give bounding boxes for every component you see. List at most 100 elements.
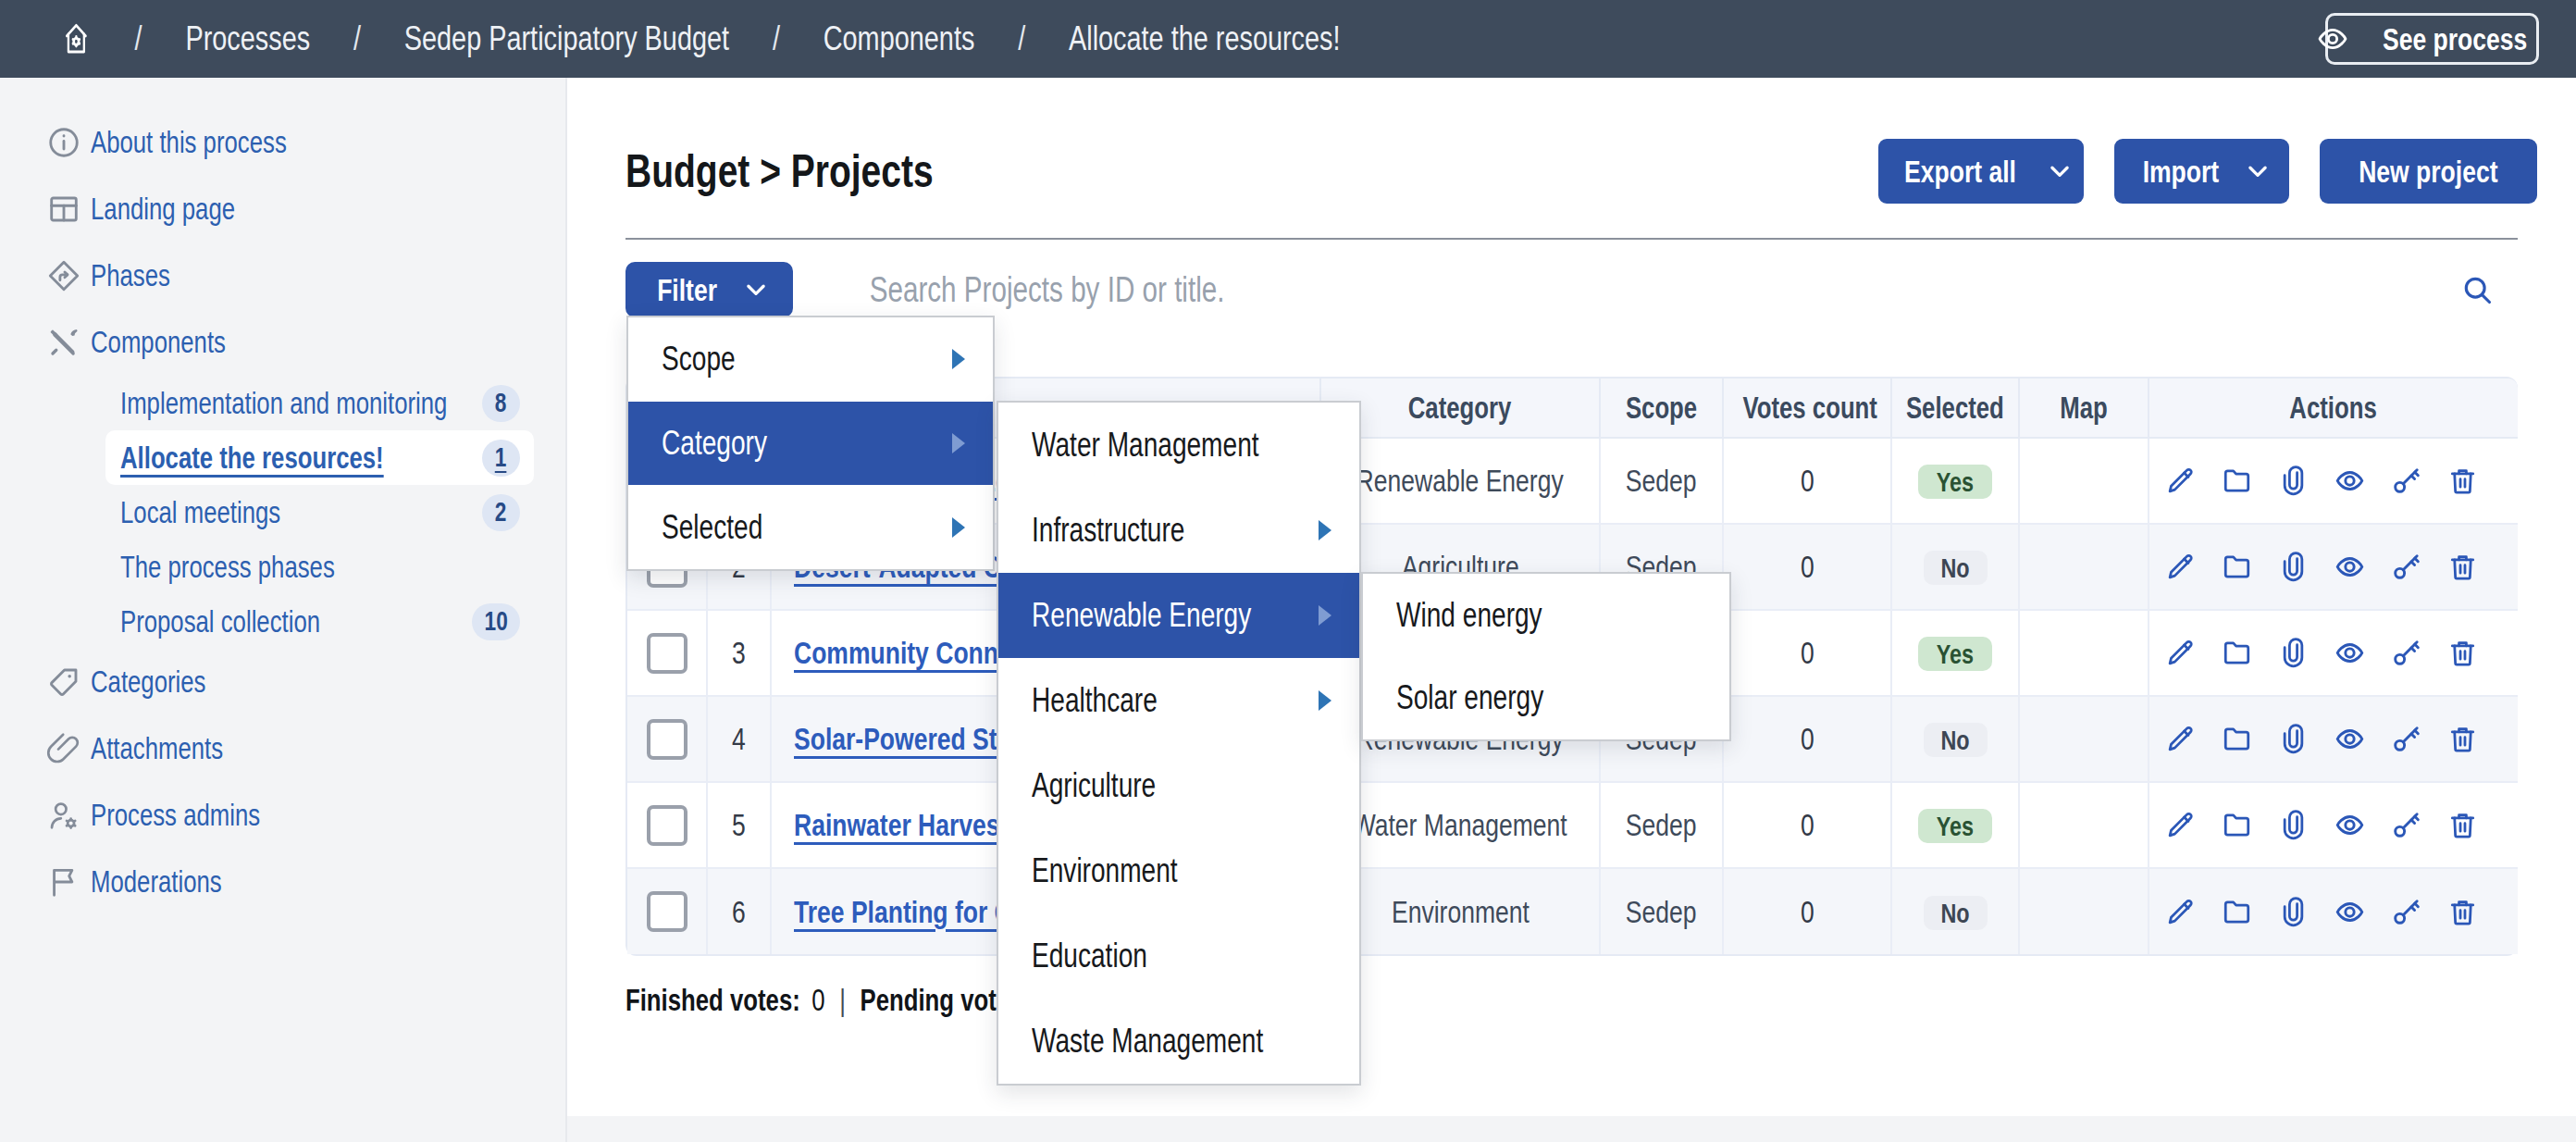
row-checkbox[interactable] [647, 891, 687, 932]
preview-action-icon[interactable] [2334, 551, 2366, 583]
folder-action-icon[interactable] [2221, 465, 2253, 497]
preview-action-icon[interactable] [2334, 723, 2366, 755]
row-checkbox-cell [627, 696, 707, 782]
row-checkbox[interactable] [647, 633, 687, 674]
sidebar-item-components[interactable]: Components [0, 309, 565, 376]
export-all-button[interactable]: Export all [1878, 139, 2084, 204]
delete-action-icon[interactable] [2446, 723, 2479, 755]
sidebar-item-label: Process admins [91, 798, 260, 833]
delete-action-icon[interactable] [2446, 896, 2479, 928]
submenu-arrow-icon [952, 349, 965, 369]
breadcrumb-separator: / [773, 19, 780, 58]
attachments-action-icon[interactable] [2277, 809, 2310, 841]
category-menu-item-education[interactable]: Education [998, 913, 1359, 999]
edit-action-icon[interactable] [2164, 637, 2197, 669]
category-menu-item-renewable-energy[interactable]: Renewable Energy [998, 573, 1359, 658]
category-menu-item-environment[interactable]: Environment [998, 828, 1359, 913]
cell-text: Sedep [1626, 463, 1697, 499]
cell-text: 6 [732, 894, 746, 930]
permissions-action-icon[interactable] [2390, 551, 2422, 583]
cell-text: Environment [1392, 894, 1530, 930]
preview-action-icon[interactable] [2334, 809, 2366, 841]
sidebar-subitem-local-meetings[interactable]: Local meetings2 [105, 485, 534, 540]
sidebar-item-moderations[interactable]: Moderations [0, 849, 565, 915]
row-actions-cell [2149, 610, 2518, 696]
breadcrumb-components[interactable]: Components [824, 19, 975, 58]
breadcrumb-process-name[interactable]: Sedep Participatory Budget [404, 19, 729, 58]
submenu-arrow-icon [1319, 605, 1331, 626]
folder-action-icon[interactable] [2221, 723, 2253, 755]
breadcrumb-processes[interactable]: Processes [185, 19, 310, 58]
selected-badge: No [1924, 551, 1988, 585]
filter-menu-item-selected[interactable]: Selected [628, 485, 993, 569]
filter-button[interactable]: Filter [625, 262, 793, 317]
delete-action-icon[interactable] [2446, 809, 2479, 841]
category-menu-item-agriculture[interactable]: Agriculture [998, 743, 1359, 828]
preview-action-icon[interactable] [2334, 896, 2366, 928]
header-label: Selected [1906, 391, 2004, 426]
sidebar-item-landing-page[interactable]: Landing page [0, 176, 565, 242]
folder-action-icon[interactable] [2221, 551, 2253, 583]
header-label: Actions [2290, 391, 2377, 426]
sidebar-item-categories[interactable]: Categories [0, 649, 565, 715]
home-icon[interactable] [61, 19, 92, 58]
folder-action-icon[interactable] [2221, 896, 2253, 928]
filter-label: Filter [657, 272, 717, 308]
category-menu-item-waste-management[interactable]: Waste Management [998, 999, 1359, 1084]
badge-text: 1 [495, 442, 507, 473]
edit-action-icon[interactable] [2164, 551, 2197, 583]
edit-action-icon[interactable] [2164, 896, 2197, 928]
search-icon[interactable] [2460, 273, 2494, 306]
attachments-action-icon[interactable] [2277, 465, 2310, 497]
subcategory-menu-item-wind-energy[interactable]: Wind energy [1363, 574, 1729, 657]
permissions-action-icon[interactable] [2390, 809, 2422, 841]
permissions-action-icon[interactable] [2390, 723, 2422, 755]
search-input[interactable] [793, 262, 2094, 317]
folder-action-icon[interactable] [2221, 809, 2253, 841]
category-menu-item-healthcare[interactable]: Healthcare [998, 658, 1359, 743]
category-menu-item-water-management[interactable]: Water Management [998, 403, 1359, 488]
selected-badge: Yes [1918, 637, 1992, 671]
row-category: Environment [1320, 868, 1600, 954]
permissions-action-icon[interactable] [2390, 465, 2422, 497]
delete-action-icon[interactable] [2446, 551, 2479, 583]
new-project-button[interactable]: New project [2320, 139, 2537, 204]
attachments-action-icon[interactable] [2277, 723, 2310, 755]
attachments-action-icon[interactable] [2277, 896, 2310, 928]
sidebar-item-attachments[interactable]: Attachments [0, 715, 565, 782]
sidebar-subitem-allocate-the-resources-[interactable]: Allocate the resources!1 [105, 430, 534, 485]
row-checkbox[interactable] [647, 719, 687, 760]
paperclip-icon [46, 731, 81, 766]
sidebar-item-label: Landing page [91, 192, 235, 227]
subcategory-menu-item-solar-energy[interactable]: Solar energy [1363, 657, 1729, 740]
edit-action-icon[interactable] [2164, 809, 2197, 841]
preview-action-icon[interactable] [2334, 637, 2366, 669]
cell-text: Renewable Energy [1356, 463, 1564, 499]
delete-action-icon[interactable] [2446, 637, 2479, 669]
see-process-button[interactable]: See process [2325, 13, 2539, 65]
folder-action-icon[interactable] [2221, 637, 2253, 669]
delete-action-icon[interactable] [2446, 465, 2479, 497]
preview-action-icon[interactable] [2334, 465, 2366, 497]
sidebar-item-phases[interactable]: Phases [0, 242, 565, 309]
category-menu-item-infrastructure[interactable]: Infrastructure [998, 488, 1359, 573]
attachments-action-icon[interactable] [2277, 637, 2310, 669]
sidebar-item-about-this-process[interactable]: About this process [0, 109, 565, 176]
sidebar-subitem-implementation-and-monitoring[interactable]: Implementation and monitoring8 [105, 376, 534, 430]
row-selected-cell: No [1891, 524, 2019, 610]
breadcrumb-current[interactable]: Allocate the resources! [1069, 19, 1341, 58]
row-checkbox[interactable] [647, 805, 687, 846]
sidebar-subitem-the-process-phases[interactable]: The process phases [105, 540, 534, 594]
sidebar-item-process-admins[interactable]: Process admins [0, 782, 565, 849]
sidebar-subitem-label: Local meetings [120, 495, 280, 530]
sidebar-subitem-proposal-collection[interactable]: Proposal collection10 [105, 594, 534, 649]
filter-menu-item-category[interactable]: Category [628, 402, 993, 486]
edit-action-icon[interactable] [2164, 723, 2197, 755]
cell-text: Water Management [1353, 807, 1567, 843]
import-button[interactable]: Import [2114, 139, 2289, 204]
edit-action-icon[interactable] [2164, 465, 2197, 497]
permissions-action-icon[interactable] [2390, 896, 2422, 928]
attachments-action-icon[interactable] [2277, 551, 2310, 583]
permissions-action-icon[interactable] [2390, 637, 2422, 669]
filter-menu-item-scope[interactable]: Scope [628, 317, 993, 402]
